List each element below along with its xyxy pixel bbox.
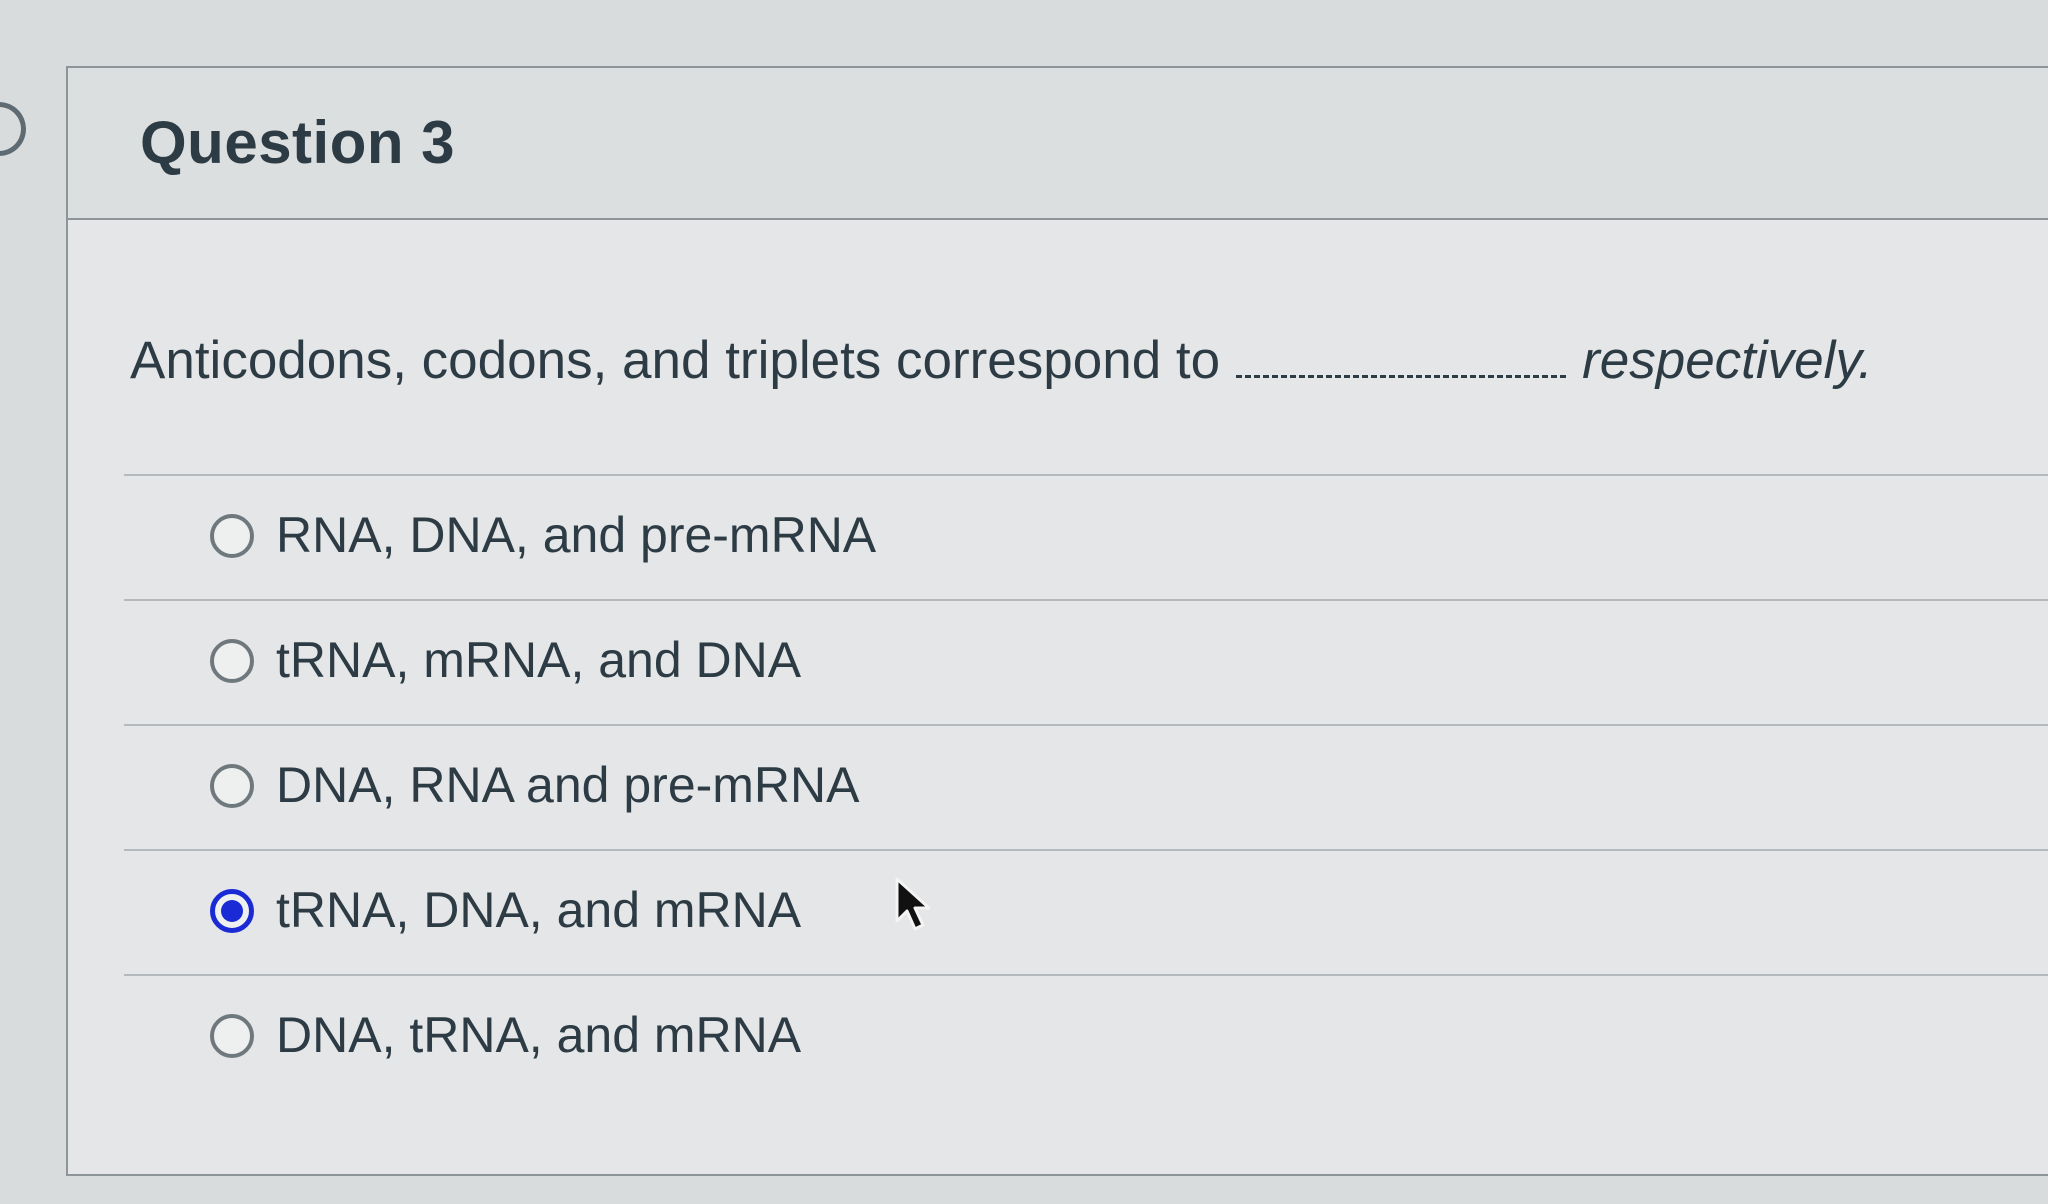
question-text: Anticodons, codons, and triplets corresp… — [130, 330, 1873, 391]
answer-label[interactable]: DNA, RNA and pre-mRNA — [276, 756, 860, 814]
answer-option[interactable]: tRNA, mRNA, and DNA — [124, 599, 2048, 724]
question-title: Question 3 — [140, 109, 456, 176]
radio-button[interactable] — [210, 1014, 254, 1058]
answer-list: RNA, DNA, and pre-mRNA tRNA, mRNA, and D… — [124, 474, 2048, 1099]
answer-label[interactable]: RNA, DNA, and pre-mRNA — [276, 506, 876, 564]
radio-button[interactable] — [210, 639, 254, 683]
answer-label[interactable]: DNA, tRNA, and mRNA — [276, 1006, 801, 1064]
answer-option-selected[interactable]: tRNA, DNA, and mRNA — [124, 849, 2048, 974]
blank-line — [1236, 365, 1567, 378]
flag-icon[interactable] — [0, 102, 26, 156]
radio-button-selected[interactable] — [210, 889, 254, 933]
radio-button[interactable] — [210, 514, 254, 558]
question-text-after: respectively. — [1582, 331, 1873, 390]
answer-label[interactable]: tRNA, DNA, and mRNA — [276, 881, 801, 939]
answer-option[interactable]: DNA, RNA and pre-mRNA — [124, 724, 2048, 849]
answer-label[interactable]: tRNA, mRNA, and DNA — [276, 631, 801, 689]
answer-option[interactable]: DNA, tRNA, and mRNA — [124, 974, 2048, 1099]
radio-button[interactable] — [210, 764, 254, 808]
mouse-pointer-icon — [895, 877, 931, 931]
question-header: Question 3 — [68, 68, 2048, 220]
question-card: Question 3 Anticodons, codons, and tripl… — [66, 66, 2048, 1176]
answer-option[interactable]: RNA, DNA, and pre-mRNA — [124, 474, 2048, 599]
question-text-before: Anticodons, codons, and triplets corresp… — [130, 331, 1221, 390]
